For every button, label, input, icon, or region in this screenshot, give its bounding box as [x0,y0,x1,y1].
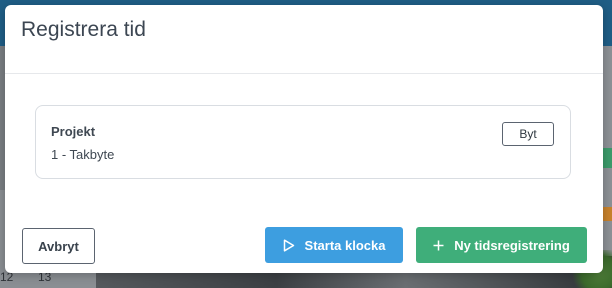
project-label: Projekt [51,124,96,139]
cancel-button-label: Avbryt [38,238,79,254]
change-project-button[interactable]: Byt [502,122,554,146]
new-time-entry-button[interactable]: Ny tidsregistrering [416,227,587,263]
dialog-title: Registrera tid [21,17,146,41]
cancel-button[interactable]: Avbryt [22,228,95,264]
start-clock-button[interactable]: Starta klocka [265,227,403,263]
new-time-entry-label: Ny tidsregistrering [454,237,570,253]
start-clock-label: Starta klocka [304,237,386,253]
background-green-tag [602,148,612,168]
plus-icon [433,240,444,251]
background-orange-tag [602,207,612,221]
dialog-header: Registrera tid [5,5,603,74]
register-time-dialog: Registrera tid Projekt 1 - Takbyte Byt A… [5,5,603,273]
play-icon [283,238,295,252]
project-value: 1 - Takbyte [51,147,115,162]
project-card: Projekt 1 - Takbyte Byt [35,105,571,179]
